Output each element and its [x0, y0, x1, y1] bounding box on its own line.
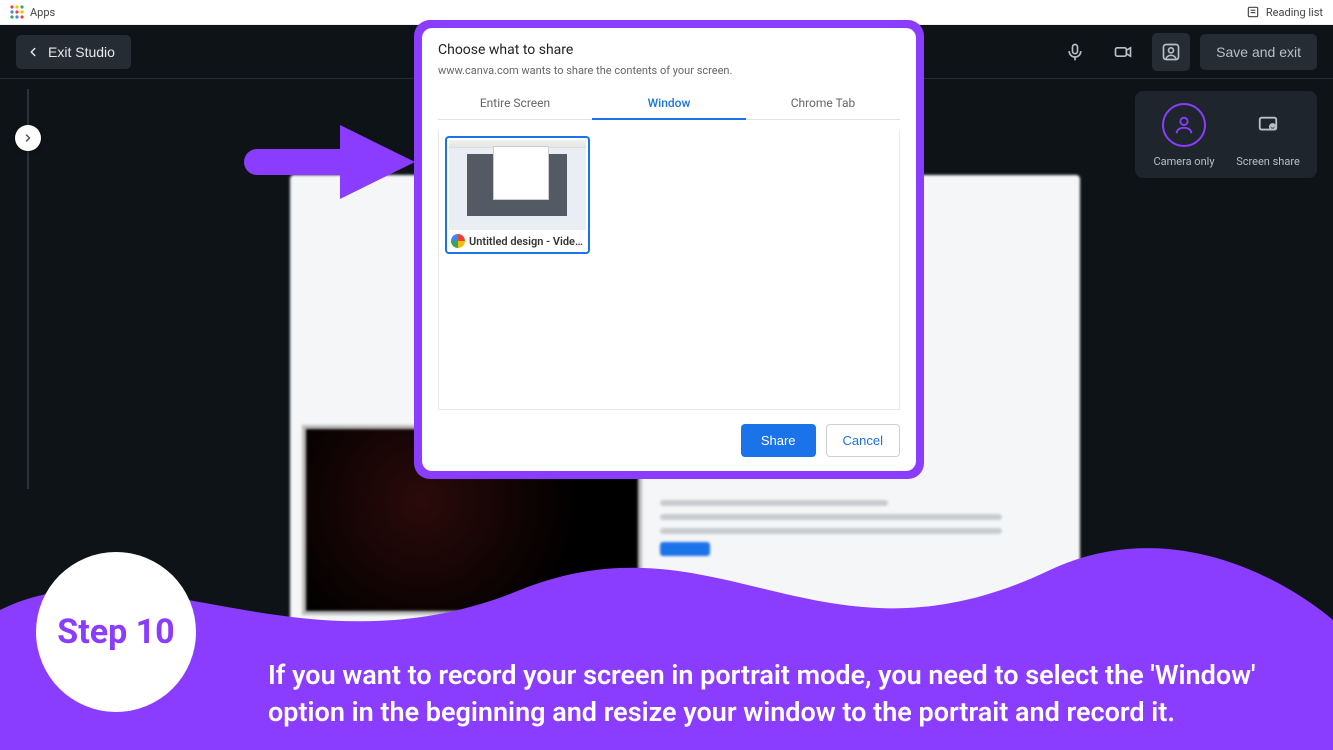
share-window-grid: Untitled design - Vide… [438, 130, 900, 410]
share-window-item[interactable]: Untitled design - Vide… [445, 136, 590, 254]
reading-list-label: Reading list [1266, 6, 1323, 19]
tutorial-arrow [240, 115, 420, 205]
step-badge: Step 10 [36, 552, 196, 712]
camera-only-label: Camera only [1153, 155, 1214, 168]
tutorial-footer: Step 10 If you want to record your scree… [0, 500, 1333, 750]
share-button[interactable]: Share [741, 424, 816, 457]
screen-share-option[interactable]: Screen share [1229, 103, 1307, 168]
presenter-button[interactable] [1152, 33, 1190, 71]
window-item-label: Untitled design - Vide… [469, 235, 583, 248]
tab-entire-screen[interactable]: Entire Screen [438, 87, 592, 119]
camera-only-option[interactable]: Camera only [1145, 103, 1223, 168]
dialog-subtitle: www.canva.com wants to share the content… [438, 64, 900, 77]
microphone-icon [1065, 42, 1085, 62]
save-and-exit-button[interactable]: Save and exit [1200, 34, 1317, 70]
user-icon [1173, 114, 1195, 136]
chevron-right-icon [22, 132, 34, 144]
share-tabs: Entire Screen Window Chrome Tab [438, 87, 900, 120]
canva-studio-app: Exit Studio Save and exit Camera only [0, 25, 1333, 750]
cancel-button[interactable]: Cancel [826, 424, 900, 457]
timeline-expand-button[interactable] [15, 125, 41, 151]
apps-label[interactable]: Apps [30, 6, 55, 19]
chrome-favicon-icon [451, 234, 465, 248]
apps-icon[interactable] [10, 5, 24, 19]
camera-button[interactable] [1104, 33, 1142, 71]
step-badge-label: Step 10 [57, 612, 174, 652]
tab-chrome-tab[interactable]: Chrome Tab [746, 87, 900, 119]
tab-window[interactable]: Window [592, 87, 746, 119]
screen-share-label: Screen share [1236, 155, 1300, 168]
camera-icon [1113, 42, 1133, 62]
microphone-button[interactable] [1056, 33, 1094, 71]
screen-share-icon [1257, 114, 1279, 136]
exit-studio-label: Exit Studio [48, 44, 115, 60]
window-thumbnail [449, 140, 586, 230]
reading-list-button[interactable]: Reading list [1246, 5, 1323, 19]
record-mode-panel: Camera only Screen share [1135, 91, 1317, 178]
dialog-title: Choose what to share [438, 42, 900, 58]
step-instruction-text: If you want to record your screen in por… [268, 657, 1303, 730]
exit-studio-button[interactable]: Exit Studio [16, 35, 131, 69]
chevron-left-icon [26, 45, 40, 59]
user-square-icon [1161, 42, 1181, 62]
share-dialog: Choose what to share www.canva.com wants… [414, 20, 924, 479]
